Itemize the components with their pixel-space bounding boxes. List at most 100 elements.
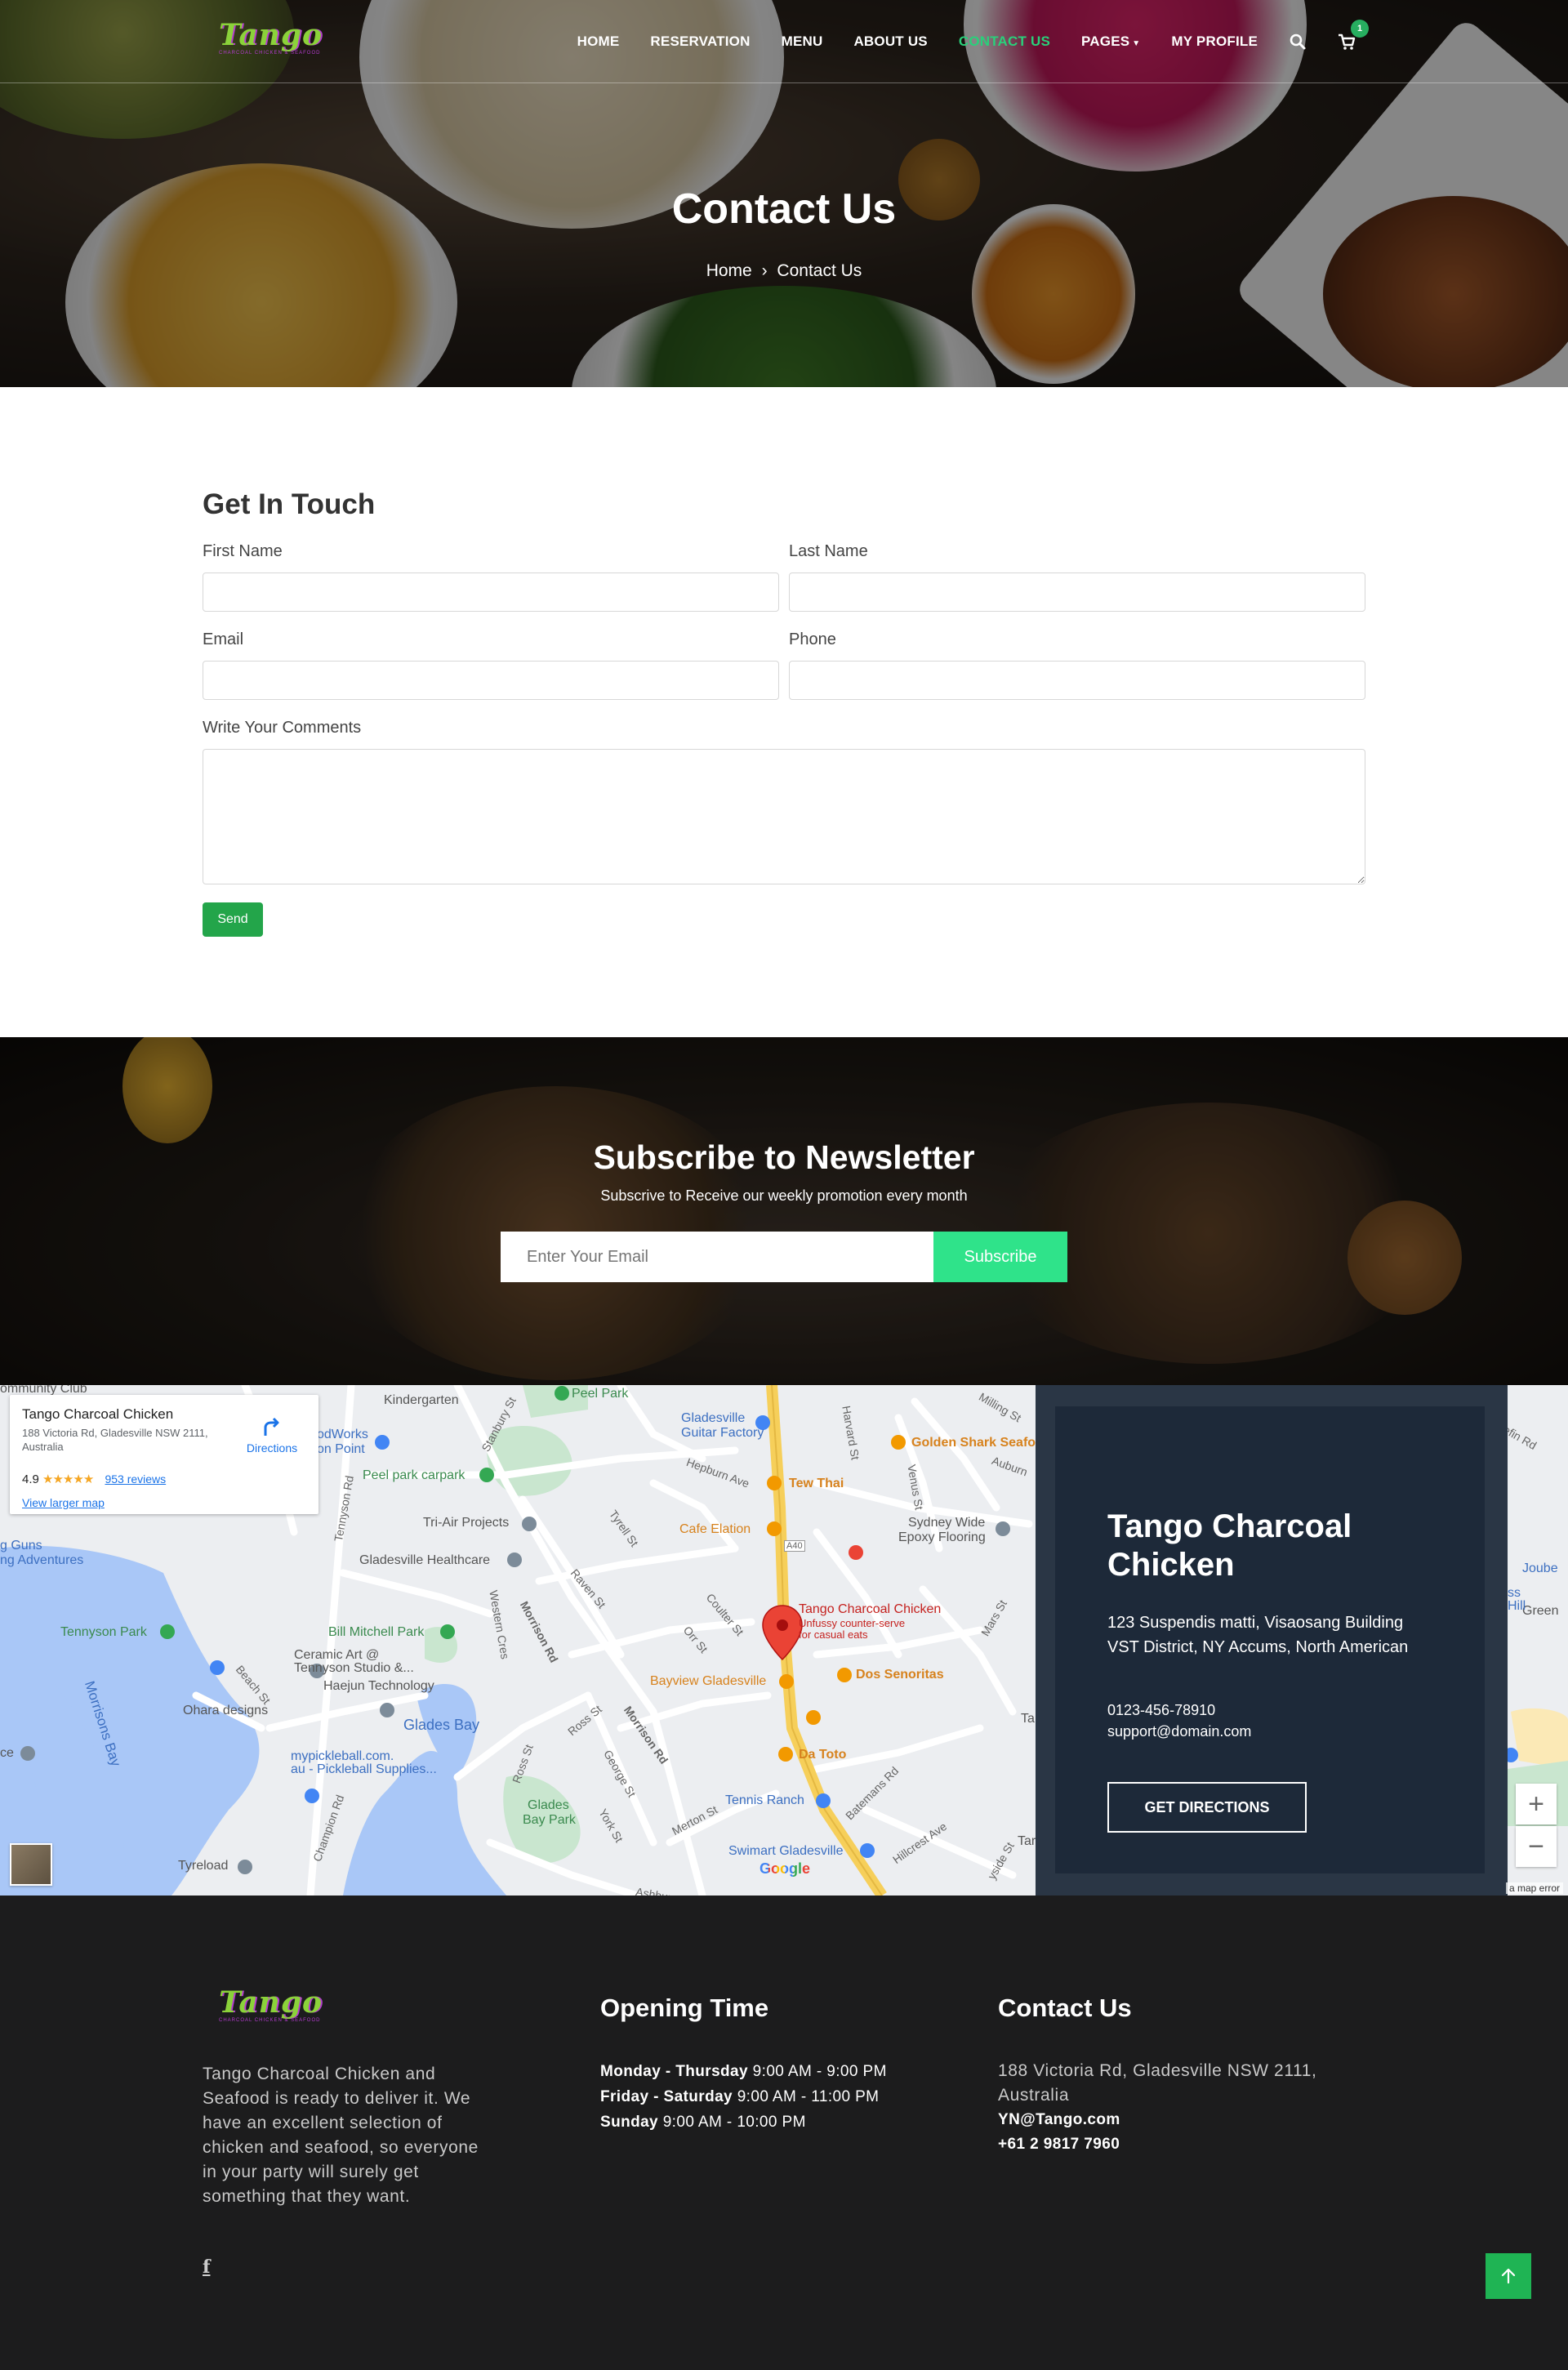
map-card-reviews-link[interactable]: 953 reviews (105, 1472, 166, 1486)
send-button[interactable]: Send (203, 902, 263, 937)
map-label-haejun: Haejun Technology (323, 1679, 434, 1693)
phone-label: Phone (789, 630, 836, 648)
cart-icon[interactable]: 1 (1338, 20, 1369, 51)
hours-days: Sunday (600, 2114, 659, 2131)
nav-about-us[interactable]: ABOUT US (853, 33, 927, 50)
street-a40: A40 (784, 1540, 805, 1552)
map-label-sydney-wide: Sydney Wide (908, 1516, 986, 1530)
subscribe-button[interactable]: Subscribe (933, 1232, 1067, 1282)
view-larger-map-link[interactable]: View larger map (22, 1496, 105, 1509)
hero-banner: Tango CHARCOAL CHICKEN & SEAFOOD HOME RE… (0, 0, 1568, 387)
footer-contact-phone[interactable]: +61 2 9817 7960 (998, 2132, 1357, 2157)
newsletter-overlay (0, 1037, 1568, 1385)
nav-contact-us[interactable]: CONTACT US (959, 33, 1050, 50)
main-nav: HOME RESERVATION MENU ABOUT US CONTACT U… (577, 0, 1369, 83)
map-label-hill-2: Hill (1508, 1599, 1526, 1613)
location-phone: 0123-456-78910 (1107, 1702, 1216, 1718)
email-label: Email (203, 630, 244, 648)
location-info-panel: Tango Charcoal Chicken 123 Suspendis mat… (1036, 1385, 1508, 1896)
hours-days: Friday - Saturday (600, 2088, 733, 2105)
breadcrumb: Home › Contact Us (0, 261, 1568, 281)
map-label-glades-bay-park-2: Bay Park (523, 1813, 576, 1827)
map-label-dos-senoritas: Dos Senoritas (856, 1668, 944, 1682)
location-title: Tango Charcoal Chicken (1107, 1508, 1352, 1583)
map-pin-sublabel-1: Unfussy counter-serve (799, 1617, 906, 1629)
comments-textarea[interactable] (203, 749, 1365, 884)
footer-contact-email[interactable]: YN@Tango.com (998, 2108, 1357, 2132)
location-email: support@domain.com (1107, 1723, 1252, 1740)
map-label-glades-bay-park-1: Glades (528, 1798, 569, 1812)
nav-pages-label: PAGES (1081, 33, 1130, 49)
directions-button[interactable]: Directions (243, 1416, 301, 1455)
email-field[interactable] (203, 661, 779, 700)
nav-reservation[interactable]: RESERVATION (650, 33, 750, 50)
google-logo: Google (760, 1860, 810, 1878)
map-label-green: Green (1522, 1604, 1559, 1618)
brand-logo[interactable]: Tango CHARCOAL CHICKEN & SEAFOOD (219, 18, 362, 60)
last-name-field[interactable] (789, 572, 1365, 612)
top-navbar: Tango CHARCOAL CHICKEN & SEAFOOD HOME RE… (0, 0, 1568, 83)
location-map[interactable]: Peel Park Kindergarten ommunity Club Gla… (0, 1385, 1568, 1896)
nav-menu[interactable]: MENU (782, 33, 823, 50)
back-to-top-button[interactable] (1486, 2253, 1531, 2299)
map-zoom-in-button[interactable]: + (1516, 1784, 1557, 1824)
map-label-da-toto: Da Toto (799, 1748, 847, 1762)
footer-contact-address: 188 Victoria Rd, Gladesville NSW 2111, A… (998, 2061, 1317, 2105)
footer-contact-title: Contact Us (998, 1994, 1132, 2022)
arrow-up-icon (1501, 2268, 1516, 2284)
logo-wordmark: Tango (219, 18, 323, 52)
facebook-icon[interactable]: f (203, 2256, 210, 2278)
footer-about: Tango Charcoal Chicken and Seafood is re… (203, 2065, 479, 2206)
footer-logo-tagline: CHARCOAL CHICKEN & SEAFOOD (219, 2018, 321, 2023)
nav-pages-dropdown[interactable]: PAGES ▼ (1081, 33, 1140, 50)
phone-field[interactable] (789, 661, 1365, 700)
map-label-cafe-elation: Cafe Elation (679, 1522, 751, 1536)
map-label-bill-mitchell-park: Bill Mitchell Park (328, 1625, 425, 1639)
nav-home[interactable]: HOME (577, 33, 620, 50)
map-label-peel-park-carpark: Peel park carpark (363, 1468, 466, 1482)
directions-label: Directions (246, 1441, 298, 1455)
map-label-ohara: Ohara designs (183, 1704, 269, 1717)
map-card-rating-row: 4.9 ★★★★★ 953 reviews (22, 1472, 166, 1486)
breadcrumb-home[interactable]: Home (706, 261, 752, 280)
directions-icon (264, 1417, 279, 1436)
map-zoom-out-button[interactable]: − (1516, 1826, 1557, 1867)
logo-tagline: CHARCOAL CHICKEN & SEAFOOD (219, 51, 321, 56)
map-label-epoxy-flooring: Epoxy Flooring (898, 1530, 986, 1544)
hours-row: Sunday 9:00 AM - 10:00 PM (600, 2109, 887, 2135)
page-title: Contact Us (671, 185, 897, 233)
opening-hours: Monday - Thursday 9:00 AM - 9:00 PM Frid… (600, 2059, 887, 2135)
footer-contact-info: 188 Victoria Rd, Gladesville NSW 2111, A… (998, 2059, 1357, 2157)
nav-my-profile[interactable]: MY PROFILE (1171, 33, 1258, 50)
opening-time-title: Opening Time (600, 1994, 769, 2022)
map-label-on-point: on Point (317, 1442, 365, 1456)
map-label-pickleball-supplies: au - Pickleball Supplies... (291, 1762, 437, 1776)
hours-time: 9:00 AM - 10:00 PM (662, 2114, 806, 2131)
newsletter-email-input[interactable] (501, 1232, 933, 1282)
street-view-thumbnail[interactable] (10, 1843, 52, 1886)
star-rating-icon: ★★★★★ (42, 1472, 94, 1486)
first-name-label: First Name (203, 542, 283, 560)
search-icon[interactable] (1289, 33, 1307, 51)
map-label-woodworks: odWorks (317, 1428, 368, 1441)
map-label-healthcare: Gladesville Healthcare (359, 1553, 491, 1567)
hours-time: 9:00 AM - 9:00 PM (752, 2063, 887, 2080)
map-label-tri-air: Tri-Air Projects (423, 1516, 510, 1530)
footer-logo[interactable]: Tango CHARCOAL CHICKEN & SEAFOOD (219, 1985, 362, 2026)
map-label-kindergarten: Kindergarten (384, 1393, 459, 1407)
cart-count-badge: 1 (1351, 20, 1369, 38)
report-map-error-link[interactable]: a map error (1505, 1882, 1563, 1894)
get-directions-button[interactable]: GET DIRECTIONS (1107, 1782, 1307, 1833)
newsletter-title: Subscribe to Newsletter (593, 1138, 975, 1176)
map-label-tennyson-studio: Tennyson Studio &... (294, 1661, 414, 1675)
map-pin-label[interactable]: Tango Charcoal Chicken (799, 1602, 941, 1617)
breadcrumb-current: Contact Us (777, 261, 862, 280)
caret-down-icon: ▼ (1132, 39, 1141, 48)
first-name-field[interactable] (203, 572, 779, 612)
comments-label: Write Your Comments (203, 719, 362, 737)
footer-logo-wordmark: Tango (219, 1985, 323, 2020)
map-label-gladesville: Gladesville (681, 1411, 746, 1425)
map-label-tew-thai: Tew Thai (789, 1477, 844, 1490)
map-label-golden-shark: Golden Shark Seafo (911, 1436, 1036, 1450)
newsletter-subtitle: Subscrive to Receive our weekly promotio… (600, 1187, 968, 1204)
